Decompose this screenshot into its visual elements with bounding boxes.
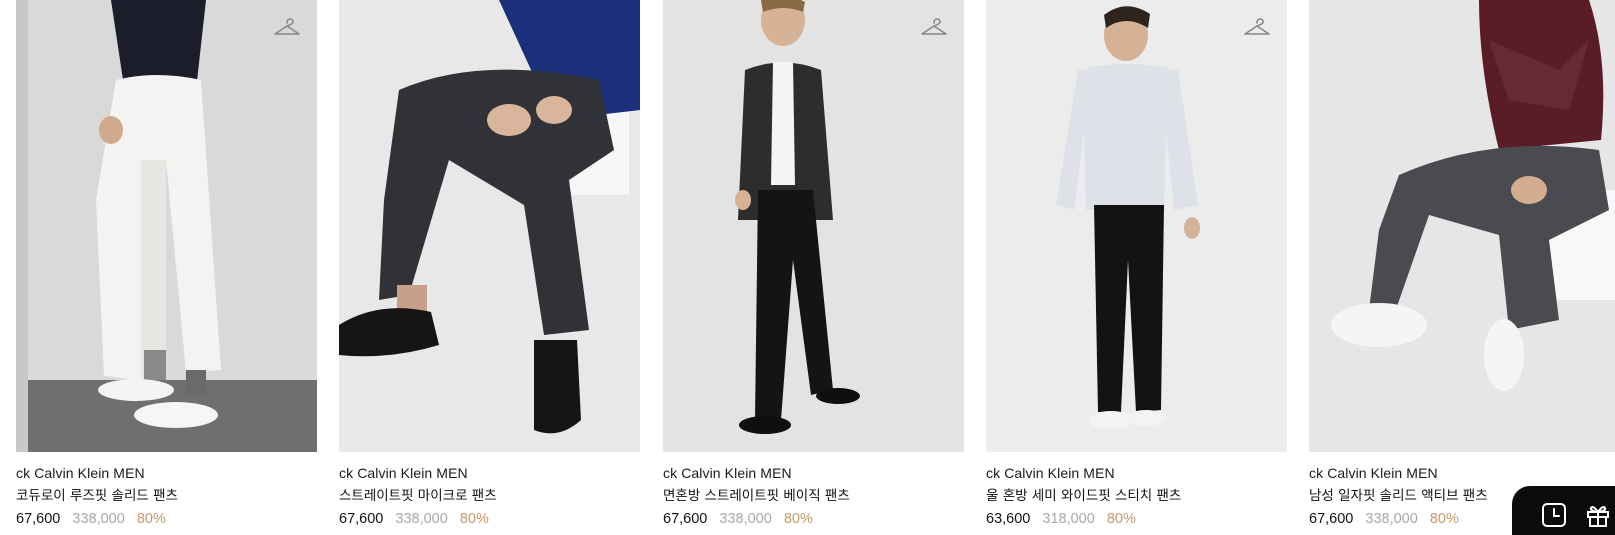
- brand-name[interactable]: ck Calvin Klein MEN: [663, 464, 964, 482]
- original-price: 338,000: [719, 511, 772, 527]
- product-card[interactable]: ck Calvin Klein MEN 코듀로이 루즈핏 솔리드 팬츠 67,6…: [16, 0, 317, 535]
- original-price: 338,000: [72, 511, 125, 527]
- original-price: 318,000: [1042, 511, 1095, 527]
- product-name[interactable]: 면혼방 스트레이트핏 베이직 팬츠: [663, 486, 964, 506]
- brand-name[interactable]: ck Calvin Klein MEN: [1309, 464, 1615, 482]
- sale-price: 63,600: [986, 511, 1031, 527]
- brand-name[interactable]: ck Calvin Klein MEN: [339, 464, 640, 482]
- product-info: ck Calvin Klein MEN 코듀로이 루즈핏 솔리드 팬츠 67,6…: [16, 452, 317, 529]
- hanger-icon[interactable]: [1243, 16, 1271, 40]
- original-price: 338,000: [1365, 511, 1418, 527]
- product-card[interactable]: ck Calvin Klein MEN 스트레이트핏 마이크로 팬츠 67,60…: [339, 0, 640, 535]
- discount-rate: 80%: [1106, 511, 1136, 527]
- price-row: 63,600 318,000 80%: [986, 509, 1287, 529]
- product-card[interactable]: ck Calvin Klein MEN 울 혼방 세미 와이드핏 스티치 팬츠 …: [986, 0, 1287, 535]
- product-name[interactable]: 울 혼방 세미 와이드핏 스티치 팬츠: [986, 486, 1287, 506]
- clock-icon[interactable]: [1540, 501, 1568, 529]
- product-photo-white-pants: [16, 0, 317, 452]
- discount-rate: 80%: [459, 511, 489, 527]
- price-row: 67,600 338,000 80%: [663, 509, 964, 529]
- price-row: 67,600 338,000 80%: [16, 509, 317, 529]
- discount-rate: 80%: [783, 511, 813, 527]
- gift-icon[interactable]: [1584, 501, 1612, 529]
- product-grid: ck Calvin Klein MEN 코듀로이 루즈핏 솔리드 팬츠 67,6…: [0, 0, 1615, 535]
- brand-name[interactable]: ck Calvin Klein MEN: [16, 464, 317, 482]
- hanger-icon[interactable]: [920, 16, 948, 40]
- discount-rate: 80%: [136, 511, 166, 527]
- product-image[interactable]: [663, 0, 964, 452]
- product-card[interactable]: ck Calvin Klein MEN 면혼방 스트레이트핏 베이직 팬츠 67…: [663, 0, 964, 535]
- sale-price: 67,600: [16, 511, 61, 527]
- hanger-icon[interactable]: [273, 16, 301, 40]
- sale-price: 67,600: [663, 511, 708, 527]
- product-image[interactable]: [1309, 0, 1615, 452]
- product-photo-gray-active-pants: [1309, 0, 1615, 452]
- product-info: ck Calvin Klein MEN 울 혼방 세미 와이드핏 스티치 팬츠 …: [986, 452, 1287, 529]
- product-image[interactable]: [986, 0, 1287, 452]
- product-photo-black-straight-pants: [663, 0, 964, 452]
- product-name[interactable]: 스트레이트핏 마이크로 팬츠: [339, 486, 640, 506]
- floating-quick-bar: [1512, 486, 1615, 535]
- product-card[interactable]: ck Calvin Klein MEN 남성 일자핏 솔리드 액티브 팬츠 67…: [1309, 0, 1615, 535]
- product-image[interactable]: [16, 0, 317, 452]
- original-price: 338,000: [395, 511, 448, 527]
- price-row: 67,600 338,000 80%: [339, 509, 640, 529]
- product-photo-gray-slim-pants: [339, 0, 640, 452]
- discount-rate: 80%: [1429, 511, 1459, 527]
- product-info: ck Calvin Klein MEN 면혼방 스트레이트핏 베이직 팬츠 67…: [663, 452, 964, 529]
- product-info: ck Calvin Klein MEN 스트레이트핏 마이크로 팬츠 67,60…: [339, 452, 640, 529]
- product-image[interactable]: [339, 0, 640, 452]
- sale-price: 67,600: [339, 511, 384, 527]
- product-name[interactable]: 코듀로이 루즈핏 솔리드 팬츠: [16, 486, 317, 506]
- product-photo-wool-wide-pants: [986, 0, 1287, 452]
- brand-name[interactable]: ck Calvin Klein MEN: [986, 464, 1287, 482]
- sale-price: 67,600: [1309, 511, 1354, 527]
